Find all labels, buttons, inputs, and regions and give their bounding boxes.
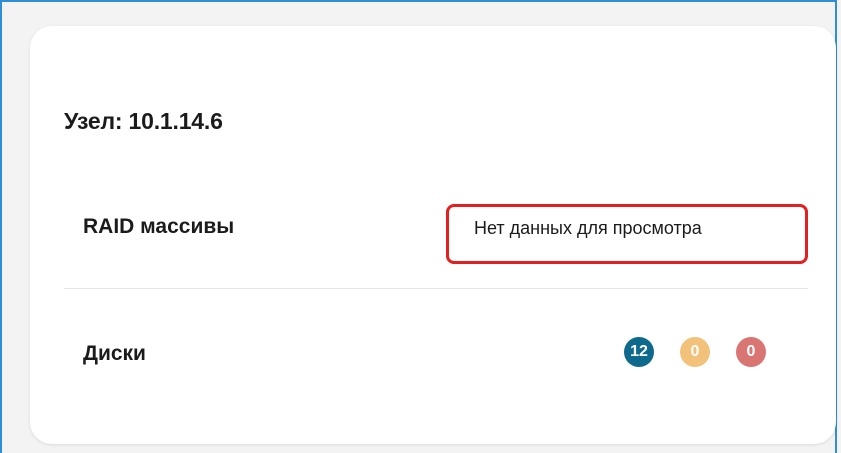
node-title: Узел: 10.1.14.6 [64, 108, 223, 134]
disks-warning-badge[interactable]: 0 [680, 337, 710, 367]
divider [64, 288, 808, 289]
raid-no-data-message: Нет данных для просмотра [446, 204, 808, 264]
disks-ok-badge[interactable]: 12 [624, 337, 654, 367]
node-card: Узел: 10.1.14.6 RAID массивы Нет данных … [30, 26, 836, 444]
disks-error-badge[interactable]: 0 [736, 337, 766, 367]
raid-arrays-label: RAID массивы [83, 215, 235, 238]
disk-status-badges: 12 0 0 [624, 337, 766, 367]
disks-label: Диски [83, 342, 146, 365]
raid-no-data-text: Нет данных для просмотра [474, 218, 702, 238]
